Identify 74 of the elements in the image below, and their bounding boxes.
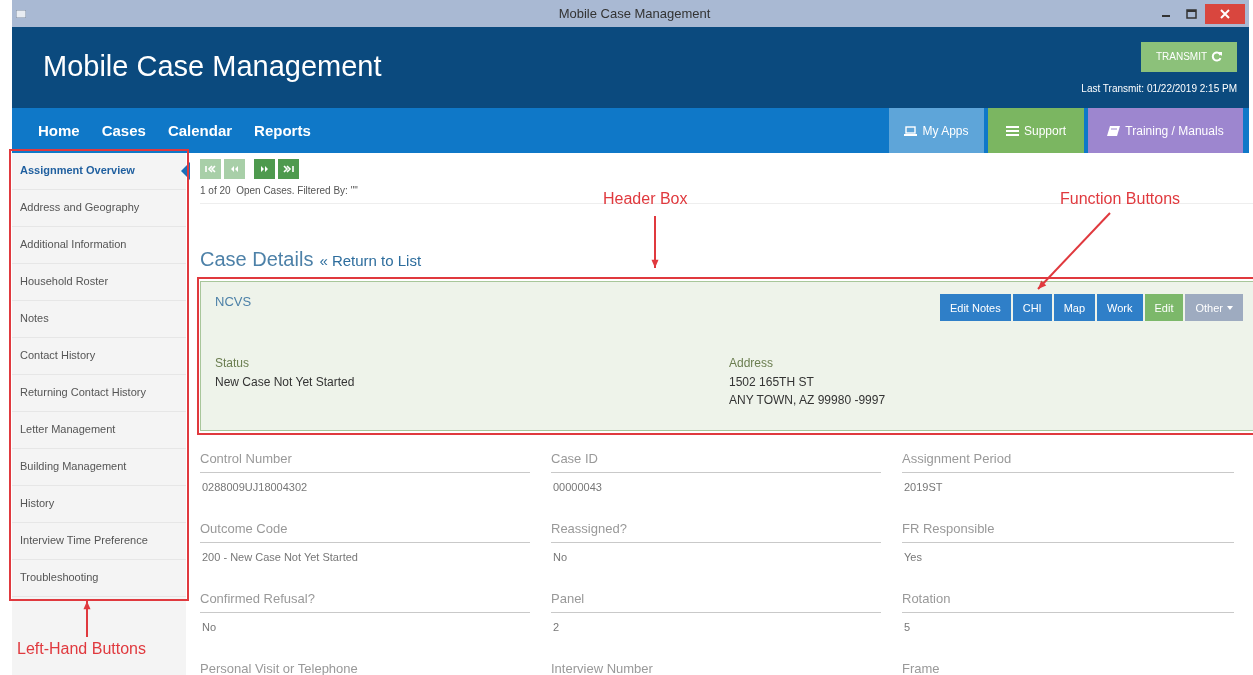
function-button[interactable]: CHI [1012,294,1052,321]
list-icon [1006,125,1019,136]
annotation-label: Function Buttons [1060,190,1181,208]
program-name: NCVS [215,294,252,309]
laptop-icon [904,125,918,136]
window-title: Mobile Case Management [557,6,712,21]
function-button[interactable]: Edit Notes [939,294,1011,321]
field-value: 0288009UJ18004302 [201,481,309,493]
field-label: Panel [551,591,881,613]
app-button[interactable]: Support [988,108,1084,153]
function-button[interactable]: Other [1185,294,1243,321]
sidebar-item[interactable]: Troubleshooting [12,560,186,597]
status-label: Status [215,356,251,370]
app-title: Mobile Case Management [43,50,382,83]
field-value: 200 - New Case Not Yet Started [201,551,359,563]
field-value: No [201,621,218,633]
field-label: Assignment Period [902,451,1234,473]
field-value: 2 [552,621,561,633]
field-label: FR Responsible [902,521,1234,543]
function-button[interactable]: Work [1097,294,1143,321]
address-label: Address [729,356,775,370]
function-button[interactable]: Edit [1144,294,1184,321]
sidebar-item[interactable]: Interview Time Preference [12,523,186,560]
field-label: Outcome Code [200,521,530,543]
last-icon [282,164,295,174]
field-label: Confirmed Refusal? [200,591,530,613]
pager-status: 1 of 20 Open Cases. Filtered By: "" [200,185,359,196]
field-value: 2019ST [903,481,944,493]
annotation-label: Header Box [603,190,688,208]
nav-link[interactable]: Home [38,122,80,139]
book-icon [1107,125,1121,136]
sidebar-item[interactable]: Household Roster [12,264,186,301]
pager-button[interactable] [278,159,299,179]
field-label: Rotation [902,591,1234,613]
field-label: Control Number [200,451,530,473]
function-button[interactable]: Map [1053,294,1096,321]
field-value: 00000043 [552,481,603,493]
refresh-icon [1211,51,1223,62]
field-value: Yes [903,551,923,563]
address-line: ANY TOWN, AZ 99980 -9997 [729,392,887,409]
sidebar-item[interactable]: Assignment Overview [12,153,186,190]
field-value: No [552,551,569,563]
return-link[interactable]: « Return to List [319,252,422,269]
fast-forward-icon [258,164,271,174]
sidebar-item[interactable]: Building Management [12,449,186,486]
nav-link[interactable]: Cases [101,122,146,139]
app-button[interactable]: Training / Manuals [1088,108,1243,153]
sidebar-item[interactable]: Contact History [12,338,186,375]
field-value: 5 [903,621,912,633]
app-icon [16,9,26,18]
sidebar-item[interactable]: Address and Geography [12,190,186,227]
field-label: Reassigned? [551,521,881,543]
app-button[interactable]: My Apps [889,108,984,153]
caret-icon [1227,305,1233,310]
field-label: Interview Number [551,661,881,675]
sidebar-item[interactable]: Additional Information [12,227,186,264]
first-icon [204,164,217,174]
close-icon[interactable] [1205,3,1245,24]
nav-link[interactable]: Calendar [167,122,233,139]
sidebar-item[interactable]: Letter Management [12,412,186,449]
last-transmit-text: Last Transmit: 01/22/2019 2:15 PM [1081,82,1237,94]
field-label: Case ID [551,451,881,473]
field-label: Personal Visit or Telephone [200,661,530,675]
field-label: Frame [902,661,1234,675]
pager-button[interactable] [254,159,275,179]
annotation-label: Left-Hand Buttons [17,640,146,658]
pointer-icon [181,162,190,180]
sidebar-item[interactable]: Notes [12,301,186,338]
page-heading: Case Details [200,248,314,271]
sidebar-item[interactable]: History [12,486,186,523]
sidebar-item[interactable]: Returning Contact History [12,375,186,412]
nav-link[interactable]: Reports [254,122,311,139]
status-value: New Case Not Yet Started [215,374,356,391]
address-line: 1502 165TH ST [729,374,815,391]
